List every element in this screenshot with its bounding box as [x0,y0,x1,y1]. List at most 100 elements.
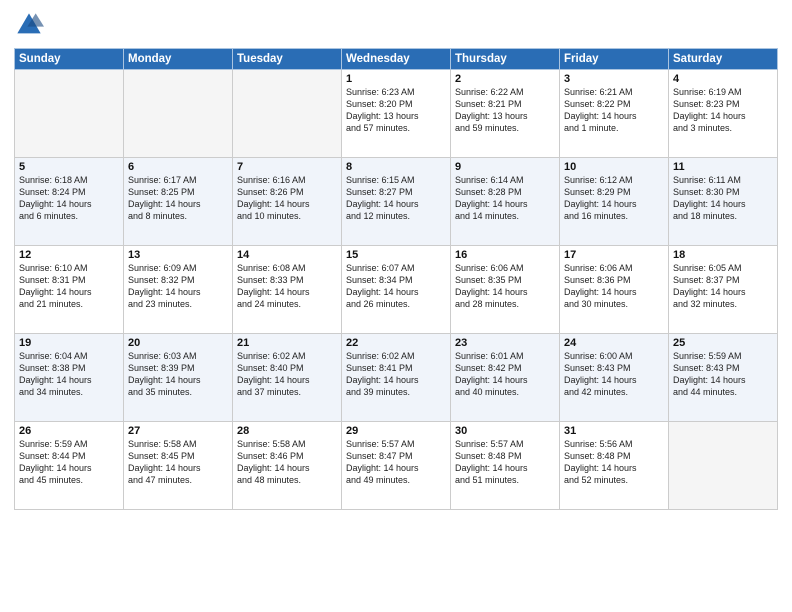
cell-text: Sunrise: 6:01 AMSunset: 8:42 PMDaylight:… [455,350,555,399]
cell-text: Sunrise: 6:10 AMSunset: 8:31 PMDaylight:… [19,262,119,311]
cell-text: Sunrise: 6:06 AMSunset: 8:35 PMDaylight:… [455,262,555,311]
calendar-cell: 26Sunrise: 5:59 AMSunset: 8:44 PMDayligh… [15,422,124,510]
calendar-cell: 27Sunrise: 5:58 AMSunset: 8:45 PMDayligh… [124,422,233,510]
calendar-cell: 13Sunrise: 6:09 AMSunset: 8:32 PMDayligh… [124,246,233,334]
calendar-cell: 1Sunrise: 6:23 AMSunset: 8:20 PMDaylight… [342,70,451,158]
week-row-5: 26Sunrise: 5:59 AMSunset: 8:44 PMDayligh… [15,422,778,510]
cell-text: Sunrise: 6:23 AMSunset: 8:20 PMDaylight:… [346,86,446,135]
day-number: 6 [128,161,228,173]
day-number: 29 [346,425,446,437]
cell-text: Sunrise: 6:06 AMSunset: 8:36 PMDaylight:… [564,262,664,311]
calendar-cell: 15Sunrise: 6:07 AMSunset: 8:34 PMDayligh… [342,246,451,334]
calendar-cell: 17Sunrise: 6:06 AMSunset: 8:36 PMDayligh… [560,246,669,334]
day-number: 23 [455,337,555,349]
calendar-cell: 24Sunrise: 6:00 AMSunset: 8:43 PMDayligh… [560,334,669,422]
calendar-cell: 10Sunrise: 6:12 AMSunset: 8:29 PMDayligh… [560,158,669,246]
cell-text: Sunrise: 5:59 AMSunset: 8:43 PMDaylight:… [673,350,773,399]
calendar-cell [124,70,233,158]
cell-text: Sunrise: 6:05 AMSunset: 8:37 PMDaylight:… [673,262,773,311]
day-number: 15 [346,249,446,261]
cell-text: Sunrise: 6:14 AMSunset: 8:28 PMDaylight:… [455,174,555,223]
calendar-cell: 31Sunrise: 5:56 AMSunset: 8:48 PMDayligh… [560,422,669,510]
weekday-header-wednesday: Wednesday [342,49,451,70]
day-number: 26 [19,425,119,437]
calendar-cell: 25Sunrise: 5:59 AMSunset: 8:43 PMDayligh… [669,334,778,422]
calendar-cell: 12Sunrise: 6:10 AMSunset: 8:31 PMDayligh… [15,246,124,334]
calendar-cell: 19Sunrise: 6:04 AMSunset: 8:38 PMDayligh… [15,334,124,422]
cell-text: Sunrise: 5:58 AMSunset: 8:46 PMDaylight:… [237,438,337,487]
weekday-header-saturday: Saturday [669,49,778,70]
cell-text: Sunrise: 5:56 AMSunset: 8:48 PMDaylight:… [564,438,664,487]
cell-text: Sunrise: 6:21 AMSunset: 8:22 PMDaylight:… [564,86,664,135]
week-row-3: 12Sunrise: 6:10 AMSunset: 8:31 PMDayligh… [15,246,778,334]
cell-text: Sunrise: 6:18 AMSunset: 8:24 PMDaylight:… [19,174,119,223]
calendar-cell: 23Sunrise: 6:01 AMSunset: 8:42 PMDayligh… [451,334,560,422]
day-number: 28 [237,425,337,437]
cell-text: Sunrise: 6:15 AMSunset: 8:27 PMDaylight:… [346,174,446,223]
day-number: 7 [237,161,337,173]
day-number: 2 [455,73,555,85]
header [14,10,778,40]
day-number: 18 [673,249,773,261]
weekday-header-friday: Friday [560,49,669,70]
weekday-header-row: SundayMondayTuesdayWednesdayThursdayFrid… [15,49,778,70]
cell-text: Sunrise: 6:09 AMSunset: 8:32 PMDaylight:… [128,262,228,311]
day-number: 1 [346,73,446,85]
day-number: 17 [564,249,664,261]
day-number: 20 [128,337,228,349]
calendar-cell: 9Sunrise: 6:14 AMSunset: 8:28 PMDaylight… [451,158,560,246]
cell-text: Sunrise: 5:58 AMSunset: 8:45 PMDaylight:… [128,438,228,487]
day-number: 14 [237,249,337,261]
cell-text: Sunrise: 6:02 AMSunset: 8:40 PMDaylight:… [237,350,337,399]
day-number: 24 [564,337,664,349]
day-number: 30 [455,425,555,437]
logo [14,10,48,40]
week-row-4: 19Sunrise: 6:04 AMSunset: 8:38 PMDayligh… [15,334,778,422]
calendar-cell: 7Sunrise: 6:16 AMSunset: 8:26 PMDaylight… [233,158,342,246]
calendar-cell: 11Sunrise: 6:11 AMSunset: 8:30 PMDayligh… [669,158,778,246]
calendar-cell: 20Sunrise: 6:03 AMSunset: 8:39 PMDayligh… [124,334,233,422]
cell-text: Sunrise: 6:12 AMSunset: 8:29 PMDaylight:… [564,174,664,223]
weekday-header-thursday: Thursday [451,49,560,70]
calendar-cell: 8Sunrise: 6:15 AMSunset: 8:27 PMDaylight… [342,158,451,246]
calendar-cell: 14Sunrise: 6:08 AMSunset: 8:33 PMDayligh… [233,246,342,334]
day-number: 3 [564,73,664,85]
cell-text: Sunrise: 6:08 AMSunset: 8:33 PMDaylight:… [237,262,337,311]
calendar-cell: 5Sunrise: 6:18 AMSunset: 8:24 PMDaylight… [15,158,124,246]
cell-text: Sunrise: 5:57 AMSunset: 8:48 PMDaylight:… [455,438,555,487]
weekday-header-monday: Monday [124,49,233,70]
day-number: 27 [128,425,228,437]
calendar-cell: 28Sunrise: 5:58 AMSunset: 8:46 PMDayligh… [233,422,342,510]
day-number: 13 [128,249,228,261]
calendar-cell: 29Sunrise: 5:57 AMSunset: 8:47 PMDayligh… [342,422,451,510]
cell-text: Sunrise: 6:16 AMSunset: 8:26 PMDaylight:… [237,174,337,223]
day-number: 12 [19,249,119,261]
week-row-1: 1Sunrise: 6:23 AMSunset: 8:20 PMDaylight… [15,70,778,158]
calendar-cell: 16Sunrise: 6:06 AMSunset: 8:35 PMDayligh… [451,246,560,334]
cell-text: Sunrise: 6:04 AMSunset: 8:38 PMDaylight:… [19,350,119,399]
week-row-2: 5Sunrise: 6:18 AMSunset: 8:24 PMDaylight… [15,158,778,246]
calendar-cell: 4Sunrise: 6:19 AMSunset: 8:23 PMDaylight… [669,70,778,158]
day-number: 8 [346,161,446,173]
calendar-cell: 30Sunrise: 5:57 AMSunset: 8:48 PMDayligh… [451,422,560,510]
day-number: 22 [346,337,446,349]
day-number: 31 [564,425,664,437]
weekday-header-sunday: Sunday [15,49,124,70]
day-number: 10 [564,161,664,173]
day-number: 19 [19,337,119,349]
day-number: 21 [237,337,337,349]
day-number: 5 [19,161,119,173]
cell-text: Sunrise: 6:02 AMSunset: 8:41 PMDaylight:… [346,350,446,399]
cell-text: Sunrise: 5:59 AMSunset: 8:44 PMDaylight:… [19,438,119,487]
day-number: 16 [455,249,555,261]
cell-text: Sunrise: 6:00 AMSunset: 8:43 PMDaylight:… [564,350,664,399]
calendar-cell: 6Sunrise: 6:17 AMSunset: 8:25 PMDaylight… [124,158,233,246]
cell-text: Sunrise: 6:19 AMSunset: 8:23 PMDaylight:… [673,86,773,135]
cell-text: Sunrise: 6:07 AMSunset: 8:34 PMDaylight:… [346,262,446,311]
page: SundayMondayTuesdayWednesdayThursdayFrid… [0,0,792,612]
cell-text: Sunrise: 6:22 AMSunset: 8:21 PMDaylight:… [455,86,555,135]
calendar-cell [669,422,778,510]
day-number: 9 [455,161,555,173]
calendar-cell: 3Sunrise: 6:21 AMSunset: 8:22 PMDaylight… [560,70,669,158]
day-number: 11 [673,161,773,173]
